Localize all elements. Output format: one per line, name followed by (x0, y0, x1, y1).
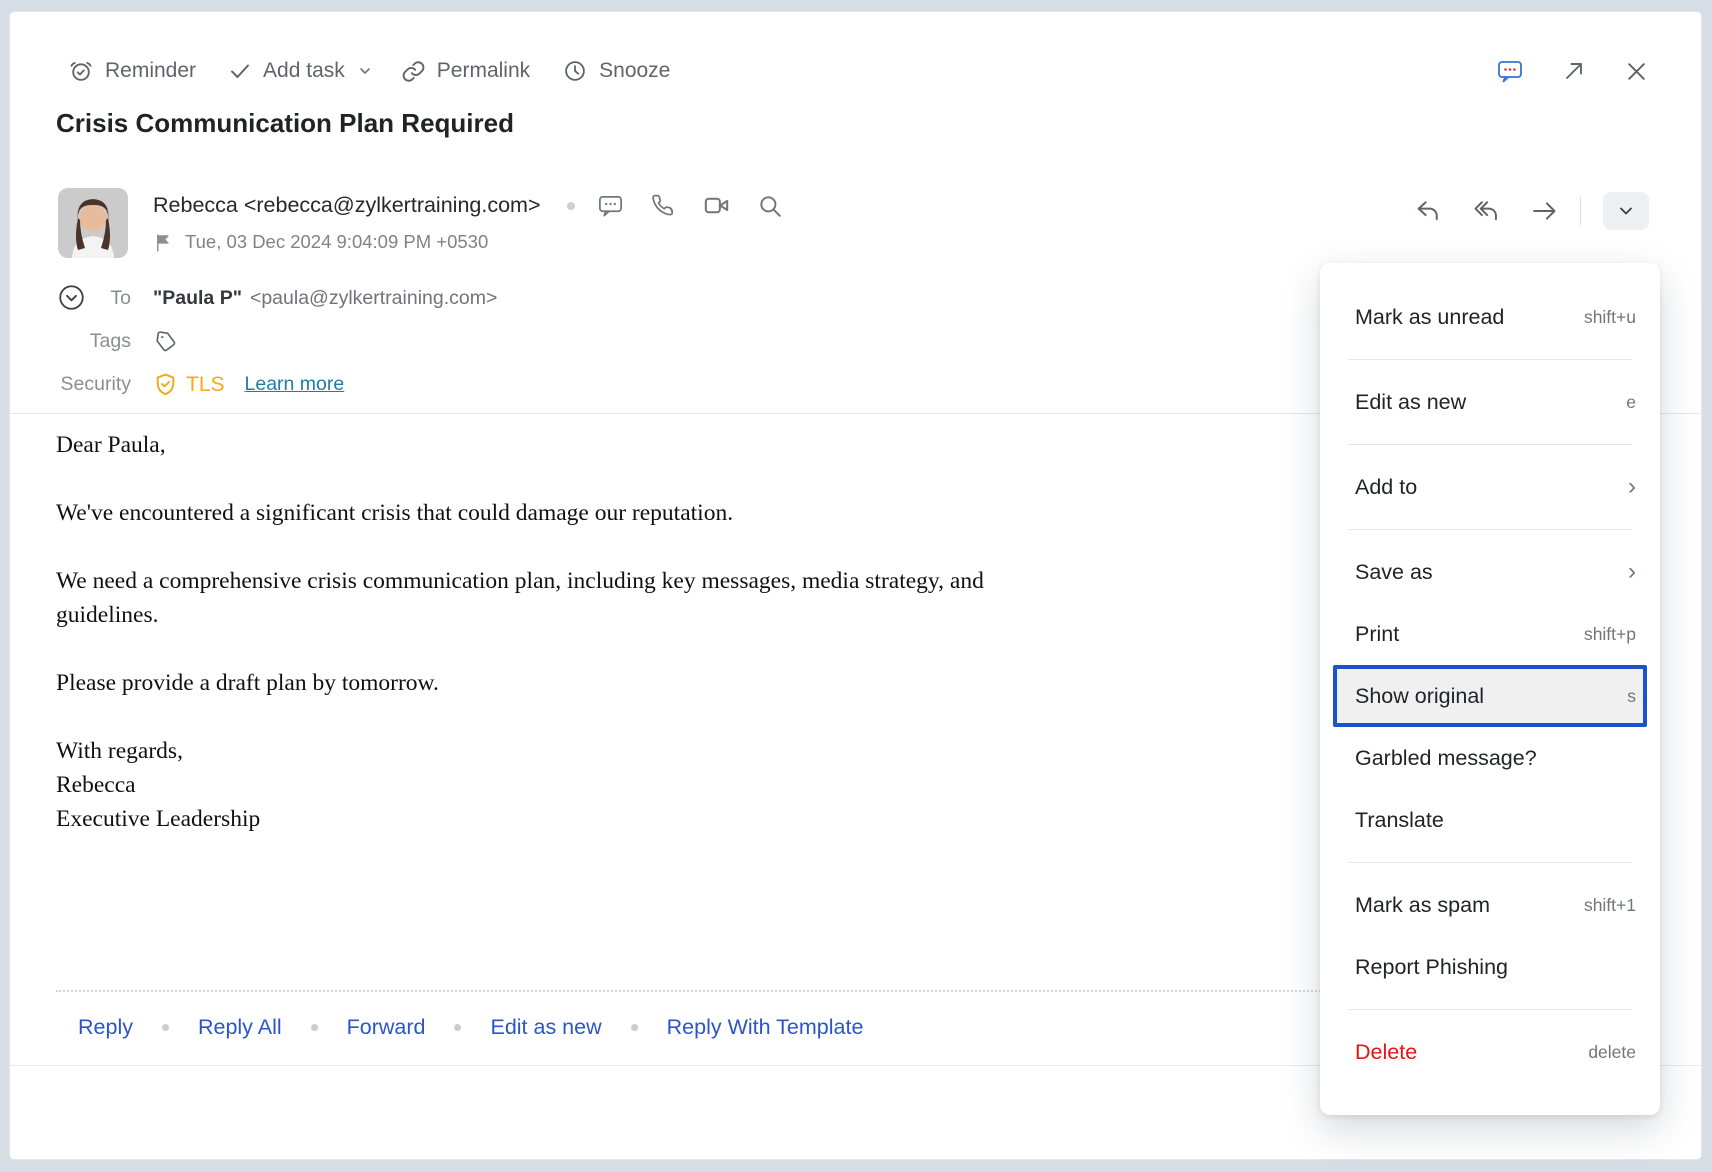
more-actions-chevron-button[interactable] (1603, 192, 1649, 230)
reply-all-icon[interactable] (1472, 197, 1500, 225)
video-call-icon[interactable] (703, 192, 730, 219)
open-in-new-window-icon[interactable] (1562, 59, 1586, 83)
separator-dot (162, 1024, 169, 1031)
sender-name-email[interactable]: Rebecca <rebecca@zylkertraining.com> (153, 193, 541, 218)
menu-item-mark-as-unread[interactable]: Mark as unread shift+u (1320, 286, 1660, 348)
security-protocol: TLS (186, 373, 225, 397)
menu-shortcut: delete (1588, 1042, 1636, 1063)
menu-item-report-phishing[interactable]: Report Phishing (1320, 936, 1660, 998)
menu-item-label: Report Phishing (1355, 955, 1508, 980)
separator-dot (454, 1024, 461, 1031)
menu-shortcut: s (1627, 686, 1636, 707)
menu-item-label: Delete (1355, 1040, 1417, 1065)
forward-link[interactable]: Forward (347, 1015, 426, 1040)
menu-item-add-to[interactable]: Add to › (1320, 456, 1660, 518)
permalink-button[interactable]: Permalink (401, 59, 530, 84)
message-header: Rebecca <rebecca@zylkertraining.com> (58, 188, 1649, 258)
add-task-button[interactable]: Add task (228, 59, 345, 83)
submenu-arrow-icon: › (1628, 560, 1636, 584)
menu-item-label: Print (1355, 622, 1399, 647)
menu-shortcut: e (1626, 392, 1636, 413)
menu-item-label: Add to (1355, 475, 1417, 500)
menu-shortcut: shift+1 (1584, 895, 1636, 916)
menu-shortcut: shift+p (1584, 624, 1636, 645)
reminder-button[interactable]: Reminder (68, 58, 196, 84)
menu-divider (1348, 1009, 1632, 1010)
forward-icon[interactable] (1530, 197, 1558, 225)
reply-all-link[interactable]: Reply All (198, 1015, 282, 1040)
phone-icon[interactable] (651, 193, 676, 218)
flag-icon[interactable] (153, 232, 174, 253)
menu-item-show-original[interactable]: Show original s (1333, 665, 1647, 727)
menu-item-label: Translate (1355, 808, 1444, 833)
actions-divider (1580, 197, 1581, 225)
reply-with-template-link[interactable]: Reply With Template (667, 1015, 864, 1040)
menu-item-delete[interactable]: Delete delete (1320, 1021, 1660, 1083)
tags-label: Tags (10, 330, 131, 353)
permalink-label: Permalink (437, 59, 530, 83)
menu-divider (1348, 529, 1632, 530)
separator-dot (311, 1024, 318, 1031)
more-actions-menu: Mark as unread shift+u Edit as new e Add… (1320, 263, 1660, 1115)
submenu-arrow-icon: › (1628, 475, 1636, 499)
link-icon (401, 59, 426, 84)
tag-icon[interactable] (153, 329, 178, 354)
menu-item-print[interactable]: Print shift+p (1320, 603, 1660, 665)
message-toolbar: Reminder Add task Permalink Snooze (68, 51, 1649, 91)
check-icon (228, 59, 252, 83)
menu-item-label: Show original (1355, 684, 1484, 709)
security-label: Security (10, 373, 131, 396)
learn-more-link[interactable]: Learn more (245, 373, 345, 396)
shield-check-icon (153, 372, 178, 397)
search-icon[interactable] (757, 193, 783, 219)
menu-item-translate[interactable]: Translate (1320, 789, 1660, 851)
menu-item-mark-as-spam[interactable]: Mark as spam shift+1 (1320, 874, 1660, 936)
menu-divider (1348, 862, 1632, 863)
snooze-label: Snooze (599, 59, 670, 83)
comments-icon[interactable] (1496, 57, 1524, 85)
recipient-email[interactable]: <paula@zylkertraining.com> (250, 287, 497, 310)
menu-divider (1348, 359, 1632, 360)
menu-divider (1348, 444, 1632, 445)
sender-avatar[interactable] (58, 188, 128, 258)
add-task-dropdown-chevron-icon[interactable] (357, 63, 373, 79)
menu-item-label: Garbled message? (1355, 746, 1537, 771)
snooze-button[interactable]: Snooze (562, 58, 670, 84)
message-date: Tue, 03 Dec 2024 9:04:09 PM +0530 (185, 231, 488, 253)
reply-link[interactable]: Reply (78, 1015, 133, 1040)
clock-icon (562, 58, 588, 84)
menu-item-garbled-message[interactable]: Garbled message? (1320, 727, 1660, 789)
chat-icon[interactable] (597, 192, 624, 219)
add-task-label: Add task (263, 59, 345, 83)
recipient-name[interactable]: "Paula P" (153, 287, 242, 310)
presence-dot (567, 202, 575, 210)
reminder-label: Reminder (105, 59, 196, 83)
edit-as-new-link[interactable]: Edit as new (490, 1015, 601, 1040)
menu-item-edit-as-new[interactable]: Edit as new e (1320, 371, 1660, 433)
close-icon[interactable] (1624, 59, 1649, 84)
menu-shortcut: shift+u (1584, 307, 1636, 328)
email-subject: Crisis Communication Plan Required (56, 108, 1649, 139)
menu-item-label: Mark as spam (1355, 893, 1490, 918)
collapse-header-chevron-icon[interactable] (58, 284, 85, 311)
menu-item-save-as[interactable]: Save as › (1320, 541, 1660, 603)
menu-item-label: Mark as unread (1355, 305, 1504, 330)
menu-item-label: Save as (1355, 560, 1433, 585)
reply-icon[interactable] (1414, 197, 1442, 225)
separator-dot (631, 1024, 638, 1031)
alarm-icon (68, 58, 94, 84)
menu-item-label: Edit as new (1355, 390, 1466, 415)
